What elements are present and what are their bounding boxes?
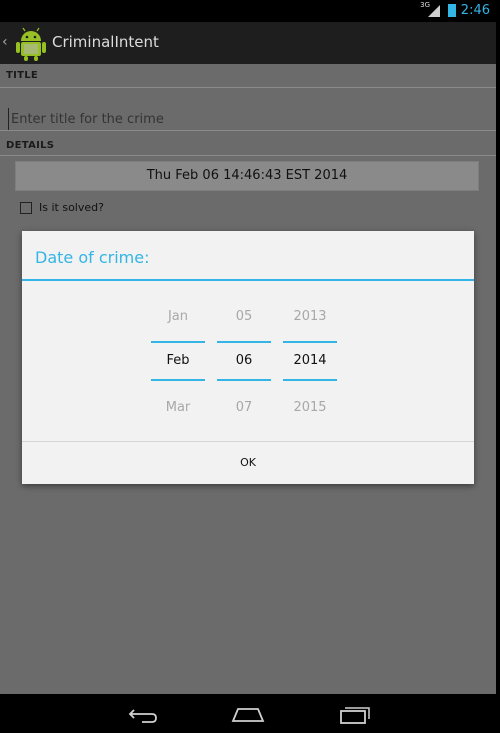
signal-icon <box>428 5 440 17</box>
action-bar[interactable]: ‹ CriminalIntent <box>0 22 496 64</box>
battery-icon <box>448 4 456 17</box>
navigation-bar <box>0 694 496 733</box>
year-selected[interactable]: 2014 <box>283 353 337 368</box>
details-section-divider <box>0 155 496 156</box>
year-selection-line-bottom <box>283 379 337 381</box>
status-time: 2:46 <box>460 3 490 18</box>
device-screen: 3G 2:46 ‹ CriminalIntent TITLE DETAILS <box>0 0 496 733</box>
app-title: CriminalIntent <box>52 33 159 51</box>
back-icon[interactable] <box>124 702 164 726</box>
year-prev[interactable]: 2013 <box>283 309 337 324</box>
month-selection-line-bottom <box>151 379 205 381</box>
month-prev[interactable]: Jan <box>151 309 205 324</box>
recent-apps-icon[interactable] <box>334 702 374 726</box>
day-selection-line-top <box>217 341 271 343</box>
up-navigation-icon[interactable]: ‹ <box>2 34 8 50</box>
crime-date-button[interactable]: Thu Feb 06 14:46:43 EST 2014 <box>15 161 479 191</box>
day-picker[interactable]: 05 06 07 <box>217 293 271 415</box>
title-input-underline <box>0 130 496 131</box>
date-picker-dialog: Date of crime: Jan Feb Mar 05 06 07 2013… <box>22 231 474 484</box>
month-selection-line-top <box>151 341 205 343</box>
year-next[interactable]: 2015 <box>283 400 337 415</box>
android-app-icon[interactable] <box>12 24 50 62</box>
title-section-header: TITLE <box>6 70 39 81</box>
dialog-title: Date of crime: <box>35 248 150 267</box>
month-next[interactable]: Mar <box>151 400 205 415</box>
month-selected[interactable]: Feb <box>151 353 205 368</box>
month-picker[interactable]: Jan Feb Mar <box>151 293 205 415</box>
day-next[interactable]: 07 <box>217 400 271 415</box>
year-selection-line-top <box>283 341 337 343</box>
year-picker[interactable]: 2013 2014 2015 <box>283 293 337 415</box>
day-selected[interactable]: 06 <box>217 353 271 368</box>
title-section-divider <box>0 87 496 88</box>
crime-title-input[interactable] <box>8 108 492 130</box>
status-bar: 3G 2:46 <box>0 0 496 22</box>
details-section-header: DETAILS <box>6 140 55 151</box>
dialog-title-divider <box>22 279 474 281</box>
home-icon[interactable] <box>228 702 268 726</box>
solved-checkbox[interactable] <box>20 202 32 214</box>
day-selection-line-bottom <box>217 379 271 381</box>
ok-button[interactable]: OK <box>22 442 474 484</box>
day-prev[interactable]: 05 <box>217 309 271 324</box>
solved-checkbox-label[interactable]: Is it solved? <box>39 201 104 214</box>
